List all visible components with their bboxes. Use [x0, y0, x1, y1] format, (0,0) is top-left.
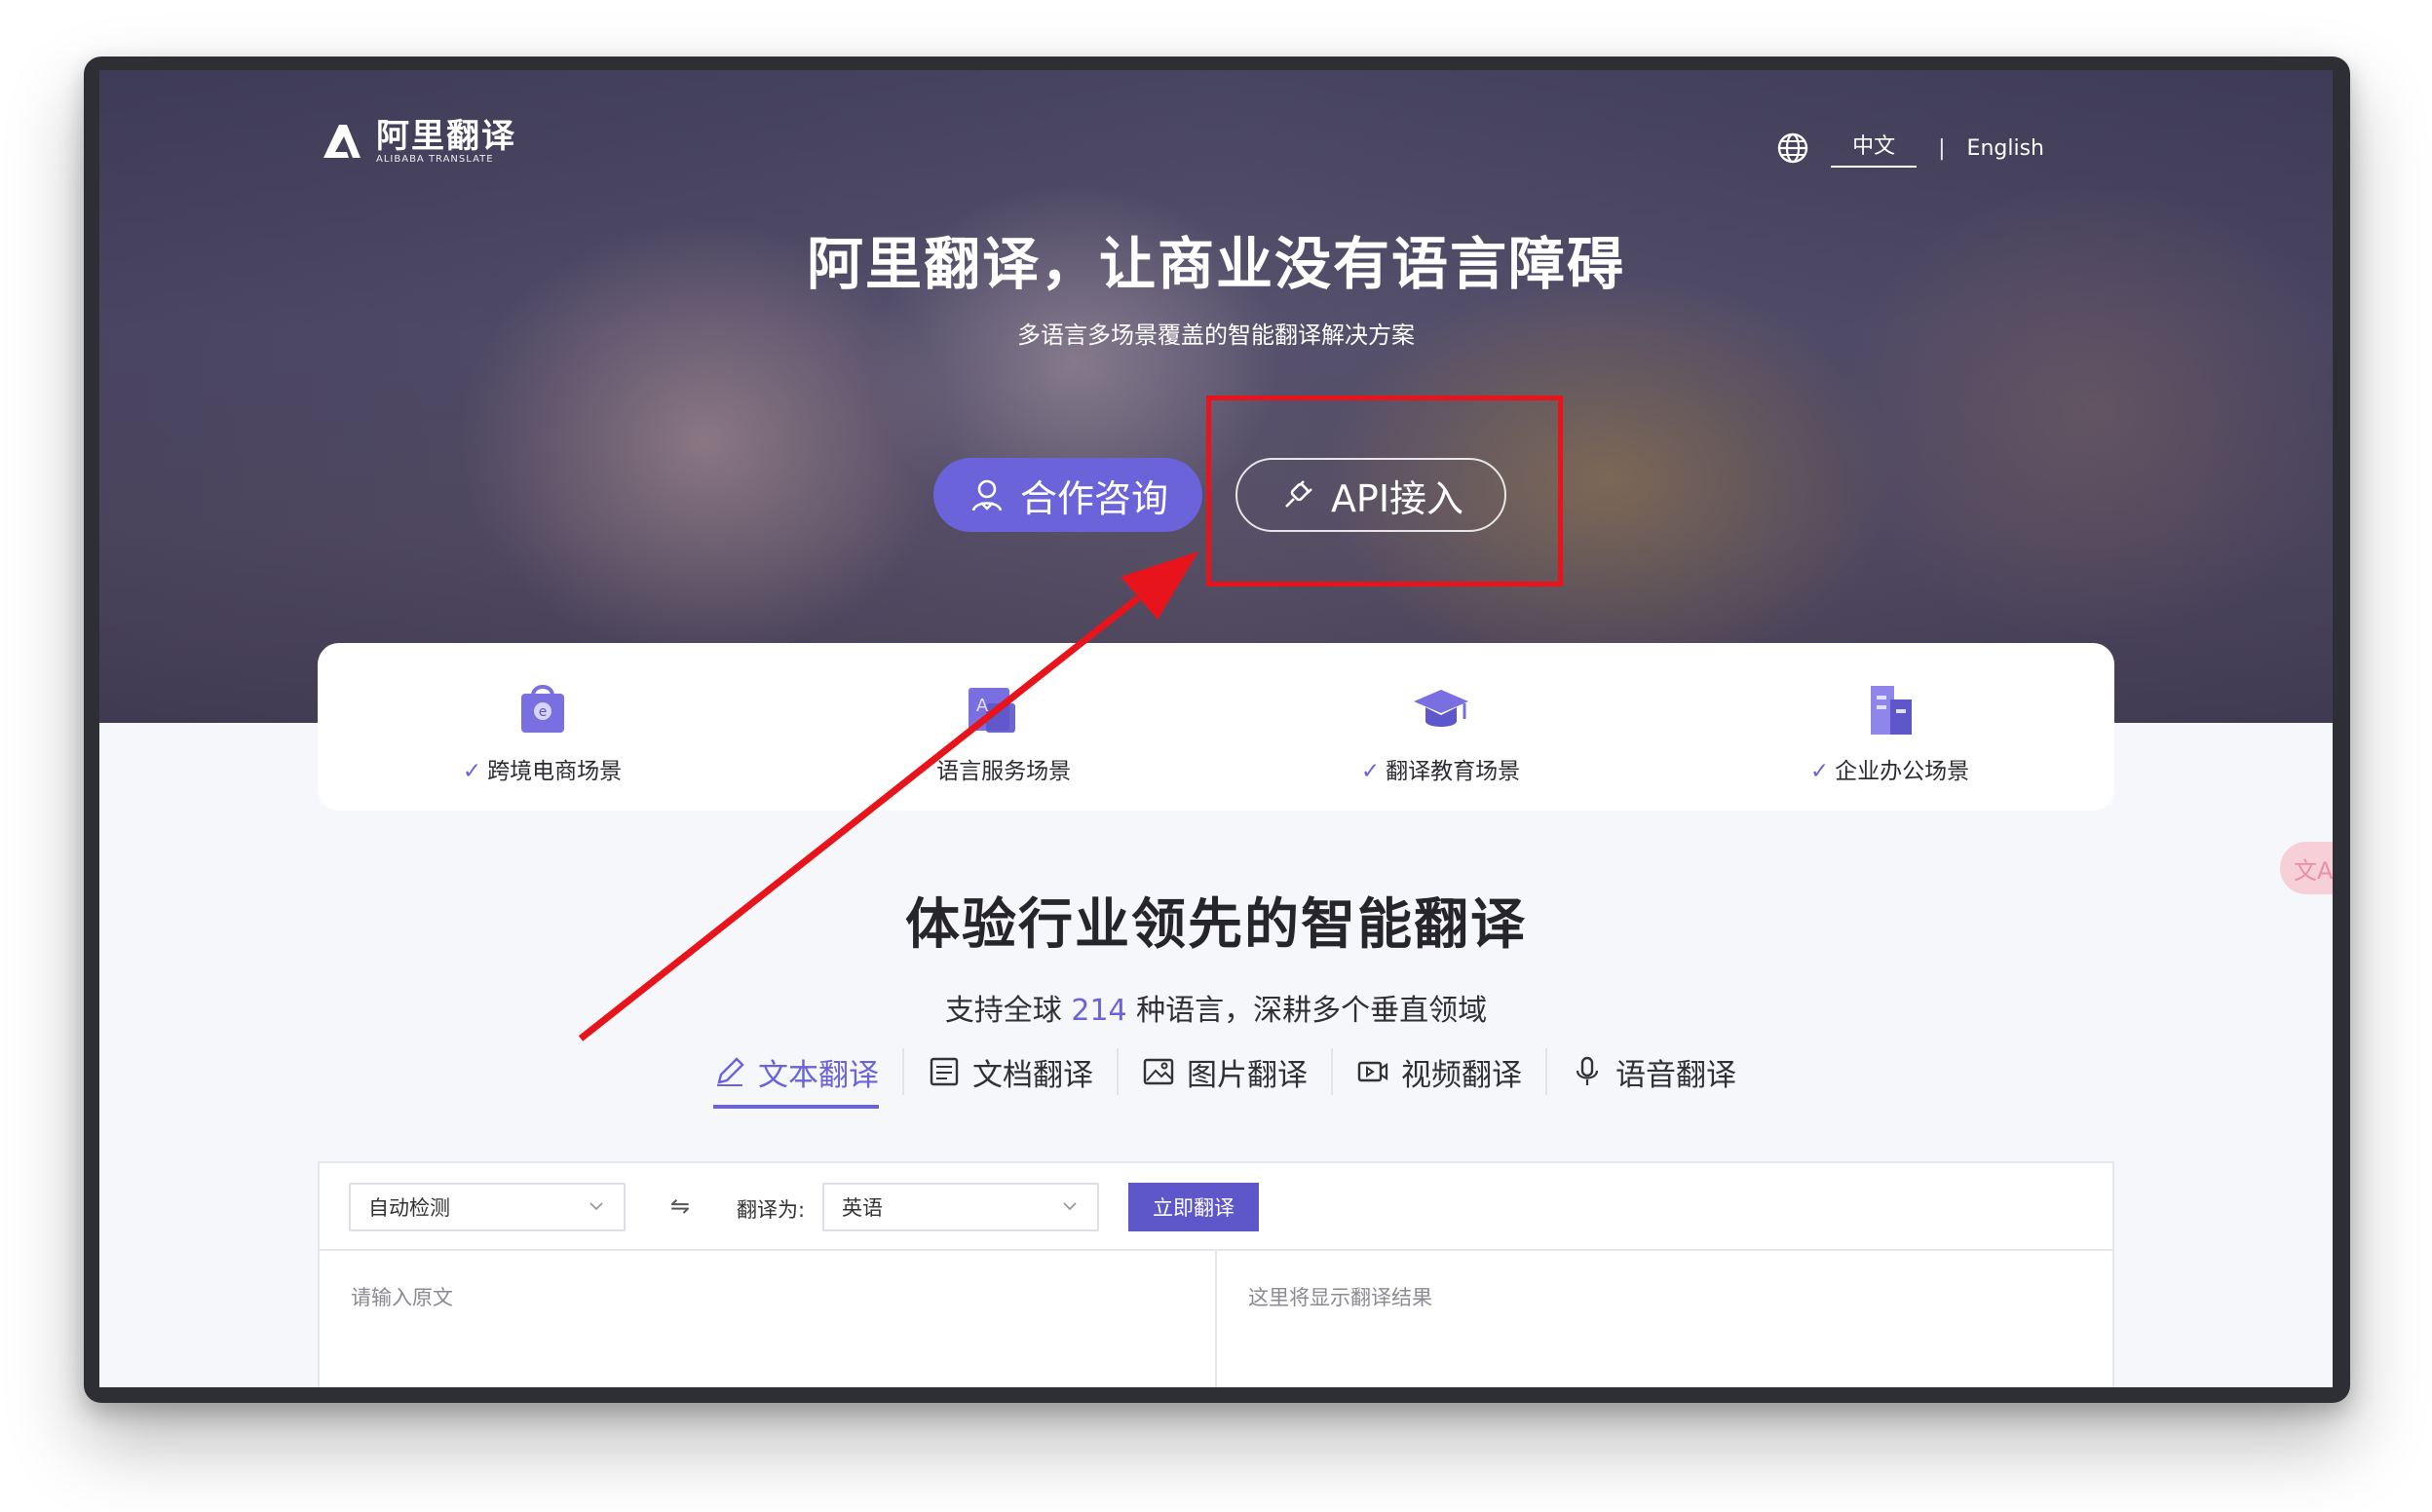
globe-icon [1777, 132, 1808, 164]
language-book-icon: A [968, 688, 1015, 733]
brand-name-en: ALIBABA TRANSLATE [376, 153, 494, 165]
brand-name: 阿里翻译 ALIBABA TRANSLATE [376, 119, 516, 165]
tab-document-translate[interactable]: 文档翻译 [904, 1042, 1117, 1101]
office-building-icon [1870, 686, 1912, 735]
source-text-input[interactable]: 请输入原文 [320, 1251, 1215, 1387]
section-title: 体验行业领先的智能翻译 [905, 893, 1527, 957]
check-icon: ✓ [911, 759, 931, 784]
alibaba-logo-icon [323, 125, 361, 158]
lang-option-chinese[interactable]: 中文 [1831, 129, 1918, 168]
scenario-label: ✓ 跨境电商场景 [462, 759, 623, 784]
chevron-down-icon [1063, 1202, 1077, 1211]
consult-button[interactable]: 合作咨询 [933, 458, 1202, 532]
hero-title: 阿里翻译，让商业没有语言障碍 [806, 231, 1625, 297]
browser-viewport: 阿里翻译 ALIBABA TRANSLATE 中文 | English 阿里翻译… [99, 70, 2333, 1387]
check-icon: ✓ [1809, 759, 1830, 784]
user-headset-icon [971, 479, 1003, 511]
brand-name-cn: 阿里翻译 [376, 116, 516, 156]
video-icon [1357, 1061, 1388, 1082]
image-icon [1143, 1058, 1174, 1085]
chevron-down-icon [589, 1202, 603, 1211]
target-language-select[interactable]: 英语 [822, 1183, 1099, 1231]
target-language-label: 翻译为: [737, 1198, 806, 1222]
pencil-icon [717, 1057, 744, 1086]
text-translator-panel: 自动检测 ⇋ 翻译为: 英语 立即翻译 请输入原文 这里将显示翻译结果 [318, 1161, 2114, 1387]
microphone-icon [1576, 1056, 1599, 1085]
scenario-label: ✓ 企业办公场景 [1809, 759, 1970, 784]
section-subtitle: 支持全球 214 种语言，深耕多个垂直领域 [944, 994, 1488, 1028]
translation-type-tabs: 文本翻译 文档翻译 图片翻译 视频翻译 语音翻译 [690, 1042, 1760, 1109]
source-language-select[interactable]: 自动检测 [349, 1183, 626, 1231]
consult-button-label: 合作咨询 [1019, 476, 1168, 520]
graduation-cap-icon [1413, 690, 1468, 727]
check-icon: ✓ [1360, 759, 1381, 784]
scenario-label: ✓ 翻译教育场景 [1360, 759, 1521, 784]
translate-now-button[interactable]: 立即翻译 [1128, 1183, 1259, 1231]
scenario-label: ✓ 语言服务场景 [911, 759, 1072, 784]
document-icon [930, 1057, 959, 1086]
tab-voice-translate[interactable]: 语音翻译 [1547, 1042, 1760, 1101]
scenario-item-office[interactable]: ✓ 企业办公场景 [1665, 643, 2114, 811]
shopping-bag-icon: e [520, 685, 564, 733]
translator-panes: 请输入原文 这里将显示翻译结果 [320, 1251, 2112, 1387]
scenario-item-ecommerce[interactable]: e ✓ 跨境电商场景 [318, 643, 767, 811]
tab-video-translate[interactable]: 视频翻译 [1333, 1042, 1545, 1101]
lang-separator: | [1938, 135, 1946, 161]
language-count: 214 [1071, 994, 1127, 1028]
svg-text:e: e [538, 704, 547, 720]
scenario-item-education[interactable]: ✓ 翻译教育场景 [1216, 643, 1665, 811]
brand-logo[interactable]: 阿里翻译 ALIBABA TRANSLATE [318, 117, 516, 166]
translator-toolbar: 自动检测 ⇋ 翻译为: 英语 立即翻译 [320, 1163, 2112, 1251]
hero-subtitle: 多语言多场景覆盖的智能翻译解决方案 [1017, 321, 1415, 349]
lang-option-english[interactable]: English [1967, 136, 2044, 161]
language-switcher: 中文 | English [1776, 129, 2044, 168]
tab-image-translate[interactable]: 图片翻译 [1119, 1042, 1331, 1101]
tab-text-translate[interactable]: 文本翻译 [690, 1042, 902, 1109]
scenario-item-language-service[interactable]: A ✓ 语言服务场景 [767, 643, 1216, 811]
check-icon: ✓ [462, 759, 482, 784]
translation-result-output: 这里将显示翻译结果 [1215, 1251, 2112, 1387]
scenario-card: e ✓ 跨境电商场景 A ✓ 语言服务场景 ✓ 翻译教育场景 ✓ 企业办公场景 [318, 643, 2114, 811]
svg-text:A: A [975, 696, 988, 716]
annotation-highlight-box [1206, 396, 1563, 586]
swap-languages-button[interactable]: ⇋ [670, 1192, 690, 1220]
